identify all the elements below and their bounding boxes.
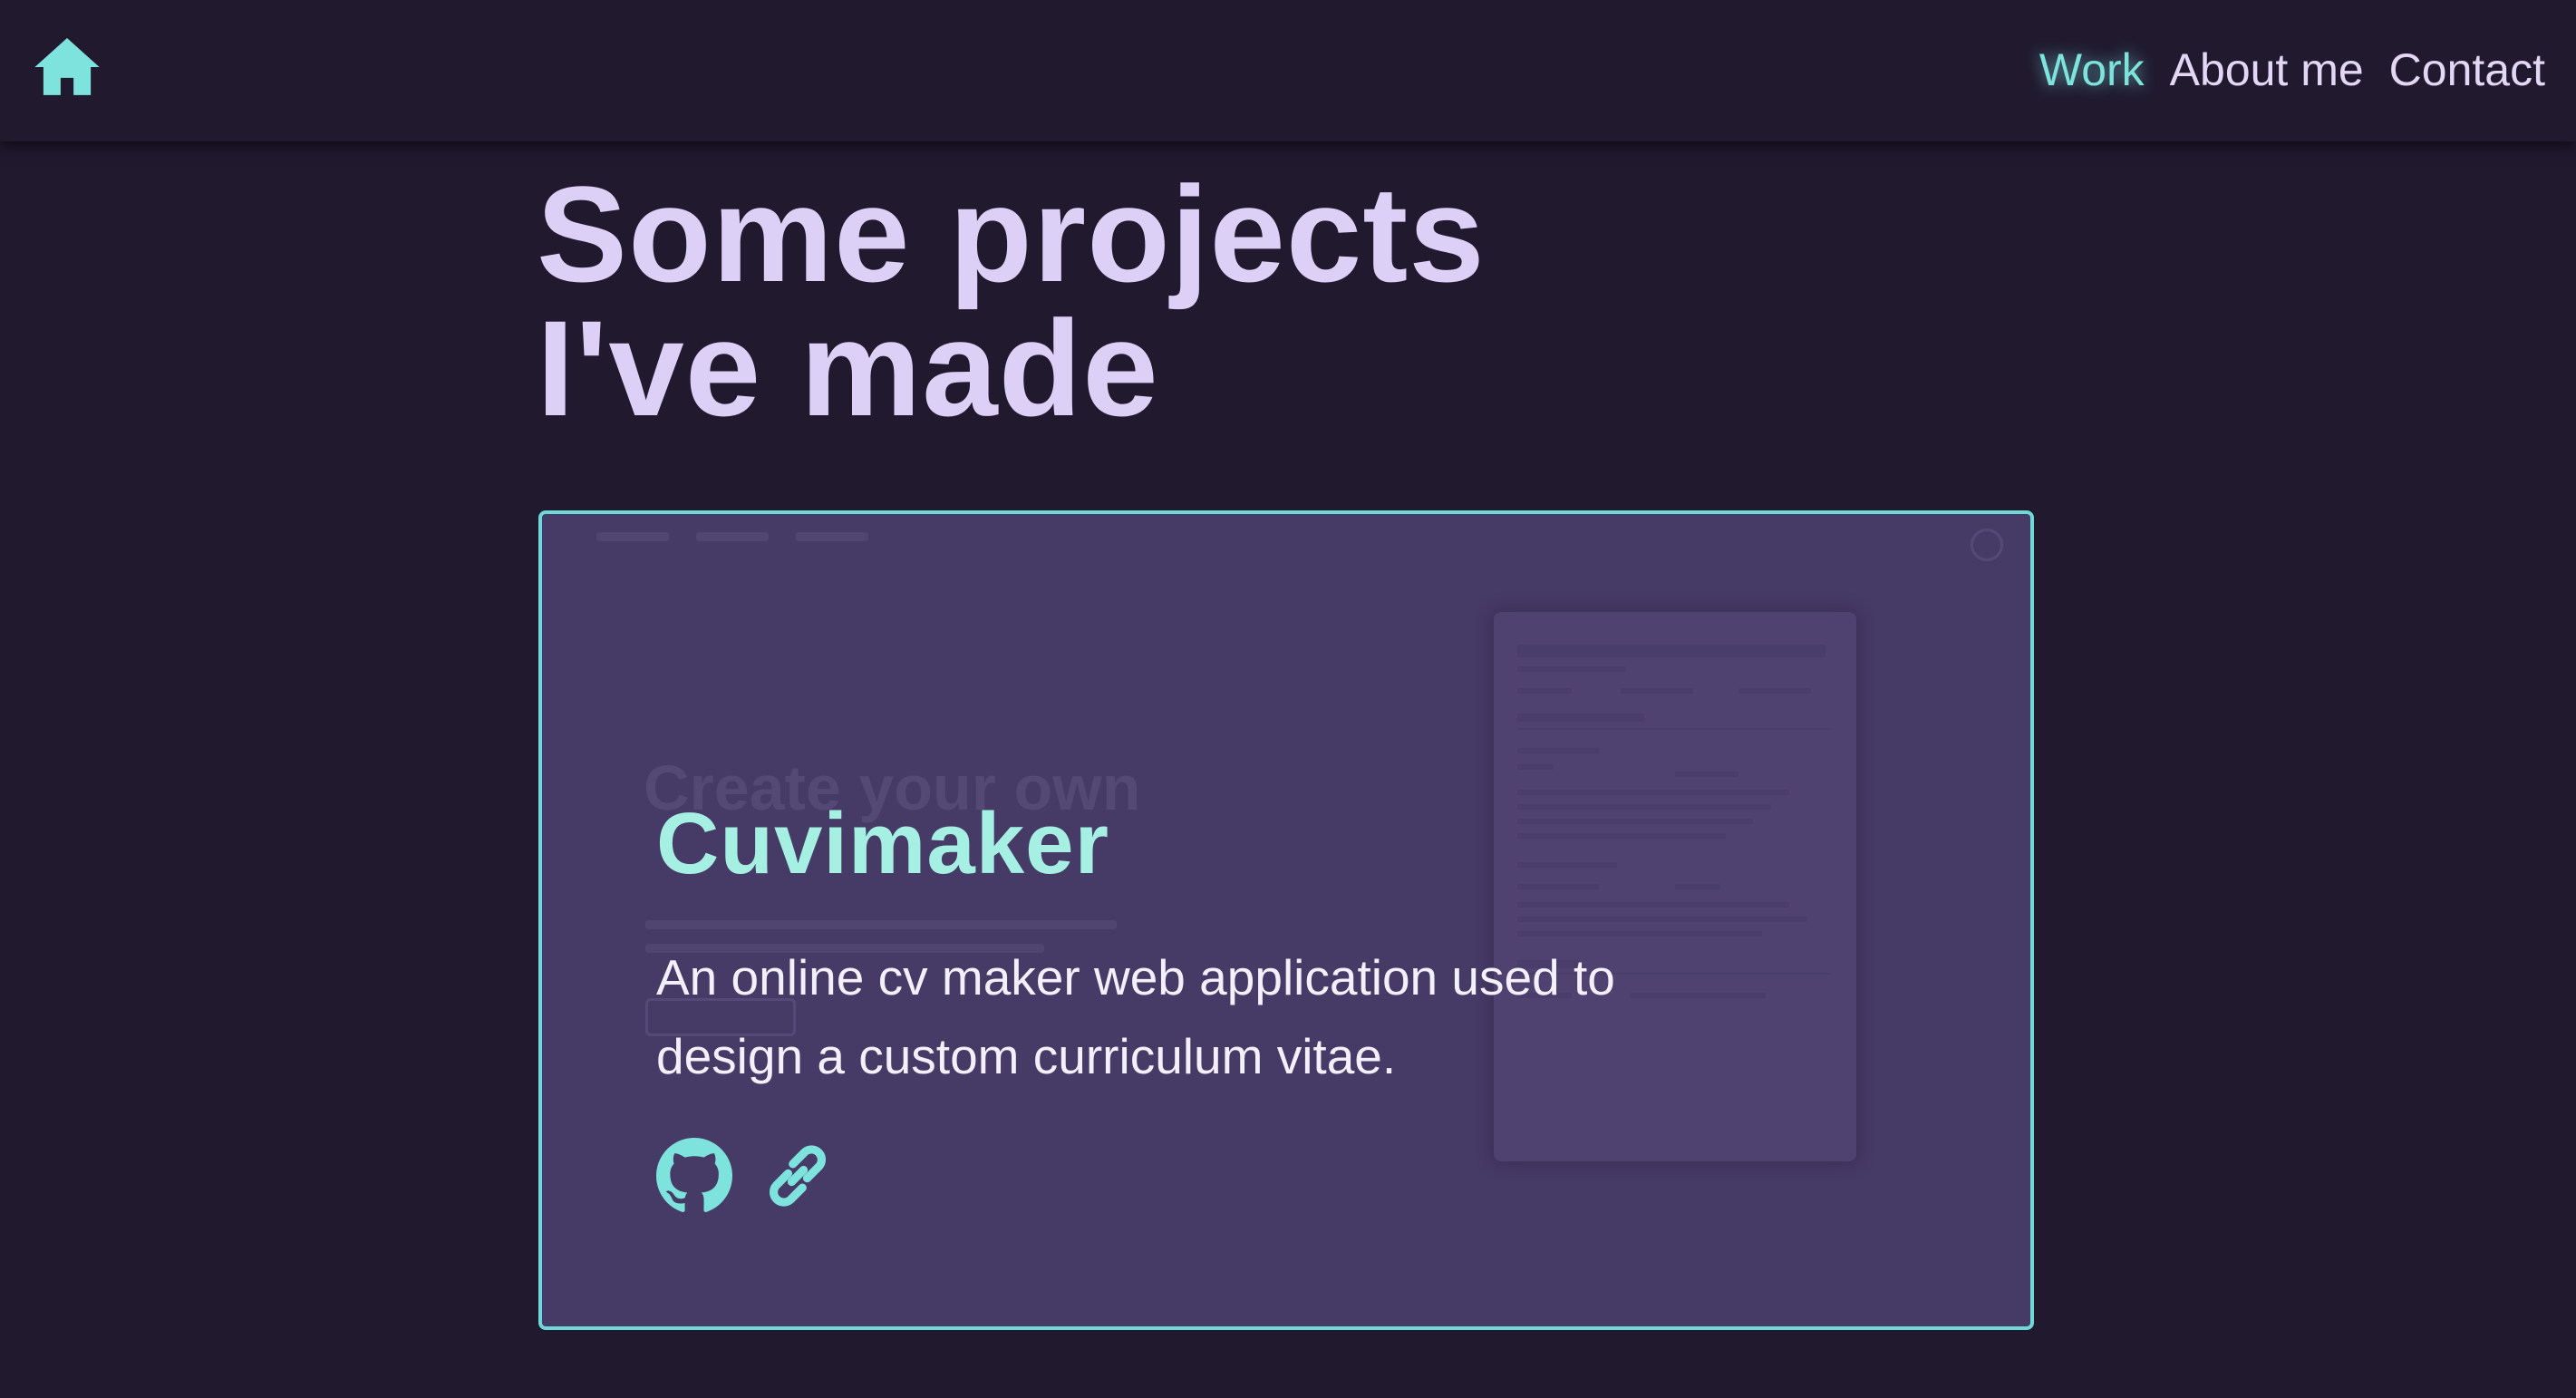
project-links bbox=[656, 1138, 1744, 1214]
project-card-content: Cuvimaker An online cv maker web applica… bbox=[656, 797, 1744, 1214]
navbar: Work About me Contact bbox=[0, 0, 2576, 141]
nav-link-work[interactable]: Work bbox=[2039, 40, 2145, 100]
project-description: An online cv maker web application used … bbox=[656, 949, 1615, 1084]
link-icon bbox=[769, 1145, 827, 1207]
nav-link-about[interactable]: About me bbox=[2170, 40, 2364, 100]
page-heading-line-2: I've made bbox=[537, 292, 1159, 444]
page-heading: Some projects I've made bbox=[537, 158, 1715, 444]
page-heading-line-1: Some projects bbox=[537, 158, 1486, 310]
github-link[interactable] bbox=[656, 1138, 732, 1214]
home-link[interactable] bbox=[33, 33, 102, 102]
project-card[interactable]: Create your own Cuvimaker An online cv m… bbox=[538, 510, 2034, 1330]
github-icon bbox=[656, 1138, 732, 1212]
project-title: Cuvimaker bbox=[656, 795, 1109, 892]
home-icon bbox=[34, 37, 100, 95]
nav-link-contact[interactable]: Contact bbox=[2389, 40, 2545, 100]
nav-links: Work About me Contact bbox=[2039, 40, 2545, 100]
live-site-link[interactable] bbox=[760, 1138, 836, 1214]
